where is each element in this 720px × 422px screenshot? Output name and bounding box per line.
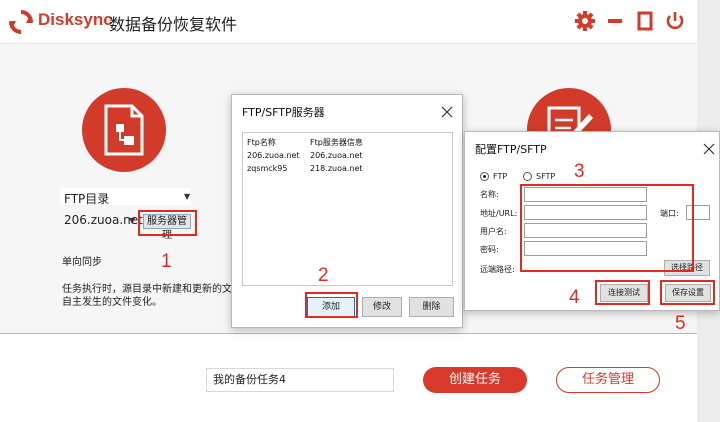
server-list[interactable]: Ftp名称 Ftp服务器信息 206.zuoa.net 206.zuoa.net… bbox=[242, 132, 453, 286]
table-row-name[interactable]: 206.zuoa.net bbox=[247, 151, 300, 160]
description-line-2: 自主发生的文件变化。 bbox=[62, 297, 162, 308]
column-header-info: Ftp服务器信息 bbox=[310, 138, 363, 147]
config-dialog-title: 配置FTP/SFTP bbox=[475, 143, 547, 156]
power-icon[interactable] bbox=[664, 10, 686, 32]
remote-path-label: 远端路径: bbox=[480, 265, 515, 274]
dropdown-caret-icon: ▼ bbox=[184, 192, 191, 201]
edit-server-button[interactable]: 修改 bbox=[362, 297, 402, 317]
ftp-directory-select[interactable]: FTP目录 ▼ bbox=[60, 188, 191, 206]
maximize-icon[interactable] bbox=[634, 10, 656, 32]
annotation-box-3 bbox=[520, 184, 694, 272]
close-icon[interactable] bbox=[703, 143, 715, 155]
name-label: 名称: bbox=[480, 190, 499, 199]
annotation-number-1: 1 bbox=[161, 251, 172, 272]
table-row-info[interactable]: 218.zuoa.net bbox=[310, 164, 363, 173]
ftp-dialog-title: FTP/SFTP服务器 bbox=[242, 106, 325, 119]
sftp-radio-label: SFTP bbox=[536, 172, 556, 181]
annotation-number-2: 2 bbox=[318, 265, 329, 286]
annotation-box-1 bbox=[138, 210, 197, 236]
title-bar: Disksync 数据备份恢复软件 bbox=[0, 0, 697, 44]
sftp-radio[interactable] bbox=[523, 172, 532, 181]
annotation-box-4 bbox=[595, 280, 650, 305]
annotation-number-4: 4 bbox=[569, 287, 580, 308]
annotation-box-5 bbox=[660, 280, 715, 305]
brand-name: Disksync bbox=[38, 10, 113, 29]
app-title: 数据备份恢复软件 bbox=[109, 15, 238, 34]
gear-icon[interactable] bbox=[574, 10, 596, 32]
dropdown-caret-icon: ▼ bbox=[129, 216, 136, 225]
table-row-name[interactable]: zqsmck95 bbox=[247, 164, 287, 173]
ftp-directory-label: FTP目录 bbox=[64, 192, 110, 206]
server-select[interactable]: 206.zuoa.net ▼ bbox=[60, 212, 143, 229]
password-label: 密码: bbox=[480, 245, 499, 254]
sync-mode-label: 单向同步 bbox=[62, 257, 102, 268]
ftp-radio[interactable] bbox=[480, 172, 489, 181]
address-label: 地址/URL: bbox=[480, 209, 518, 218]
column-header-name: Ftp名称 bbox=[247, 138, 276, 147]
ftp-radio-label: FTP bbox=[493, 172, 508, 181]
task-manage-button[interactable]: 任务管理 bbox=[556, 367, 660, 393]
username-label: 用户名: bbox=[480, 227, 507, 236]
close-icon[interactable] bbox=[441, 106, 453, 118]
sync-logo-icon bbox=[9, 10, 33, 34]
task-name-input[interactable]: 我的备份任务4 bbox=[206, 368, 394, 392]
minimize-icon[interactable] bbox=[604, 10, 626, 32]
annotation-box-2 bbox=[305, 292, 358, 318]
delete-server-button[interactable]: 删除 bbox=[409, 297, 454, 317]
annotation-number-3: 3 bbox=[574, 161, 585, 182]
source-feature-circle[interactable] bbox=[82, 88, 166, 172]
create-task-button[interactable]: 创建任务 bbox=[423, 367, 527, 393]
table-row-info[interactable]: 206.zuoa.net bbox=[310, 151, 363, 160]
document-icon bbox=[104, 104, 144, 156]
annotation-number-5: 5 bbox=[675, 313, 686, 334]
